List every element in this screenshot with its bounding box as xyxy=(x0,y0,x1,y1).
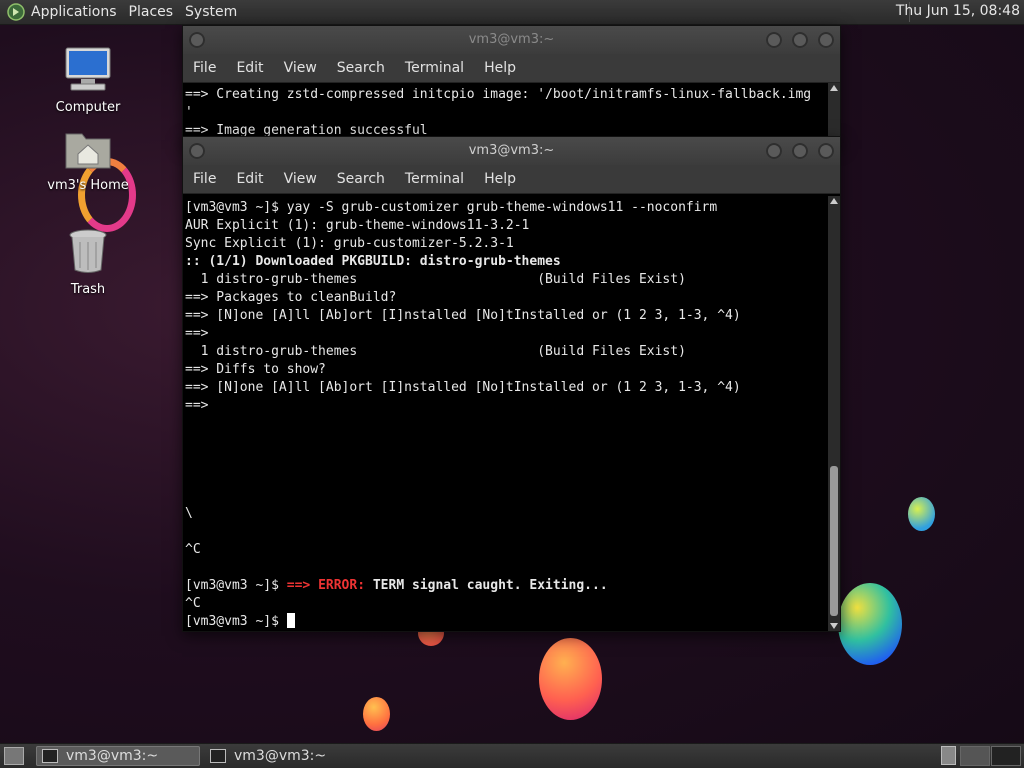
clock[interactable]: Thu Jun 15, 08:48 xyxy=(896,3,1020,19)
trash-applet-icon[interactable] xyxy=(941,746,956,765)
scroll-thumb[interactable] xyxy=(830,466,838,616)
desktop-icon-computer[interactable]: Computer xyxy=(43,46,133,115)
menu-edit[interactable]: Edit xyxy=(236,60,263,76)
applications-menu[interactable]: Applications xyxy=(31,4,117,20)
close-icon[interactable] xyxy=(818,32,834,48)
terminal-icon xyxy=(210,749,226,763)
menu-view[interactable]: View xyxy=(284,60,317,76)
desktop-icon-label: vm3's Home xyxy=(47,178,129,193)
desktop-icon-label: Trash xyxy=(70,282,106,297)
terminal-line: ==> Creating zstd-compressed initcpio im… xyxy=(185,87,812,102)
scrollbar[interactable] xyxy=(828,83,840,144)
window-titlebar[interactable]: vm3@vm3:~ xyxy=(183,137,840,165)
error-arrow: ==> xyxy=(286,578,319,593)
terminal-line: 1 distro-grub-themes (Build Files Exist) xyxy=(185,272,686,287)
scroll-down-icon[interactable] xyxy=(830,623,838,629)
terminal-menubar: File Edit View Search Terminal Help xyxy=(183,165,840,194)
maximize-icon[interactable] xyxy=(792,143,808,159)
terminal-window-front[interactable]: vm3@vm3:~ File Edit View Search Terminal… xyxy=(182,136,841,632)
show-desktop-icon[interactable] xyxy=(4,747,24,765)
text-cursor xyxy=(286,613,295,628)
places-menu[interactable]: Places xyxy=(129,4,174,20)
error-label: ERROR: xyxy=(318,578,366,593)
desktop-icon-label: Computer xyxy=(55,100,121,115)
terminal-line: ^C xyxy=(185,542,201,557)
terminal-line: [vm3@vm3 ~]$ xyxy=(185,613,828,631)
terminal-line: 1 distro-grub-themes (Build Files Exist) xyxy=(185,344,686,359)
desktop-icon-home[interactable]: vm3's Home xyxy=(43,128,133,193)
terminal-line: ^C xyxy=(185,596,201,611)
taskbar-item-label: vm3@vm3:~ xyxy=(234,748,327,764)
menu-view[interactable]: View xyxy=(284,171,317,187)
scrollbar[interactable] xyxy=(828,196,840,631)
distro-logo-icon[interactable] xyxy=(7,3,25,21)
menu-edit[interactable]: Edit xyxy=(236,171,263,187)
terminal-line: ==> Packages to cleanBuild? xyxy=(185,290,397,305)
shell-prompt: [vm3@vm3 ~]$ xyxy=(185,614,287,629)
window-title: vm3@vm3:~ xyxy=(468,32,555,47)
terminal-line: ==> xyxy=(185,326,209,341)
terminal-menubar: File Edit View Search Terminal Help xyxy=(183,54,840,83)
menu-file[interactable]: File xyxy=(193,171,216,187)
top-panel: Applications Places System Thu Jun 15, 0… xyxy=(0,0,1024,25)
menu-file[interactable]: File xyxy=(193,60,216,76)
close-icon[interactable] xyxy=(818,143,834,159)
terminal-line: ==> [N]one [A]ll [Ab]ort [I]nstalled [No… xyxy=(185,380,741,395)
decorative-blob xyxy=(838,583,902,665)
taskbar: vm3@vm3:~ vm3@vm3:~ xyxy=(0,743,1024,768)
terminal-line: AUR Explicit (1): grub-theme-windows11-3… xyxy=(185,218,530,233)
home-folder-icon xyxy=(43,128,133,174)
menu-terminal[interactable]: Terminal xyxy=(405,171,464,187)
terminal-line: \ xyxy=(185,506,193,521)
decorative-blob xyxy=(908,497,935,531)
minimize-icon[interactable] xyxy=(766,143,782,159)
computer-icon xyxy=(43,46,133,96)
terminal-line: [vm3@vm3 ~]$ yay -S grub-customizer grub… xyxy=(185,200,718,215)
shell-prompt: [vm3@vm3 ~]$ xyxy=(185,578,287,593)
trash-icon xyxy=(43,228,133,278)
decorative-blob xyxy=(539,638,602,720)
menu-search[interactable]: Search xyxy=(337,171,385,187)
terminal-line: ==> [N]one [A]ll [Ab]ort [I]nstalled [No… xyxy=(185,308,741,323)
system-menu[interactable]: System xyxy=(185,4,237,20)
terminal-icon xyxy=(42,749,58,763)
terminal-line: ' xyxy=(185,105,193,120)
window-title: vm3@vm3:~ xyxy=(468,143,555,158)
terminal-line: ==> Diffs to show? xyxy=(185,362,326,377)
window-menu-icon[interactable] xyxy=(189,32,205,48)
terminal-output[interactable]: [vm3@vm3 ~]$ yay -S grub-customizer grub… xyxy=(183,196,828,631)
terminal-window-back[interactable]: vm3@vm3:~ File Edit View Search Terminal… xyxy=(182,25,841,145)
taskbar-item[interactable]: vm3@vm3:~ xyxy=(204,746,368,766)
taskbar-item-label: vm3@vm3:~ xyxy=(66,748,159,764)
menu-search[interactable]: Search xyxy=(337,60,385,76)
workspace-switcher-2[interactable] xyxy=(991,746,1021,766)
terminal-line: ==> xyxy=(185,398,209,413)
maximize-icon[interactable] xyxy=(792,32,808,48)
scroll-up-icon[interactable] xyxy=(830,198,838,204)
decorative-blob xyxy=(363,697,390,731)
workspace-switcher-1[interactable] xyxy=(960,746,990,766)
terminal-line: :: (1/1) Downloaded PKGBUILD: distro-gru… xyxy=(185,254,561,269)
desktop-icon-trash[interactable]: Trash xyxy=(43,228,133,297)
window-menu-icon[interactable] xyxy=(189,143,205,159)
terminal-output[interactable]: ==> Creating zstd-compressed initcpio im… xyxy=(183,83,828,144)
menu-terminal[interactable]: Terminal xyxy=(405,60,464,76)
error-message: TERM signal caught. Exiting... xyxy=(365,578,608,593)
menu-help[interactable]: Help xyxy=(484,60,516,76)
scroll-up-icon[interactable] xyxy=(830,85,838,91)
window-titlebar[interactable]: vm3@vm3:~ xyxy=(183,26,840,54)
minimize-icon[interactable] xyxy=(766,32,782,48)
terminal-line: Sync Explicit (1): grub-customizer-5.2.3… xyxy=(185,236,514,251)
menu-help[interactable]: Help xyxy=(484,171,516,187)
taskbar-item[interactable]: vm3@vm3:~ xyxy=(36,746,200,766)
terminal-line: [vm3@vm3 ~]$ ==> ERROR: TERM signal caug… xyxy=(185,577,828,595)
